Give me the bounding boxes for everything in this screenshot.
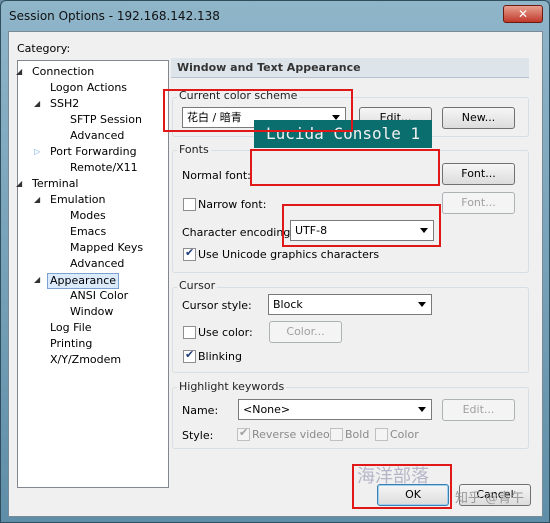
tree-expander-icon[interactable]: ◢ <box>16 179 22 188</box>
watermark-bottom: 知乎 @青午 <box>455 491 525 506</box>
normal-font-label: Normal font: <box>182 169 251 182</box>
highlight-box-encoding <box>282 204 441 247</box>
session-options-window: Session Options - 192.168.142.138 ✕ Cate… <box>0 0 550 523</box>
narrow-font-checkbox[interactable] <box>183 198 196 211</box>
highlight-name-value: <None> <box>243 403 291 416</box>
unicode-graphics-checkbox[interactable] <box>183 246 196 261</box>
tree-item[interactable]: Port Forwarding <box>50 145 137 159</box>
unicode-graphics-label: Use Unicode graphics characters <box>198 248 380 261</box>
highlight-group-title: Highlight keywords <box>177 380 287 393</box>
tree-expander-icon[interactable]: ▷ <box>34 147 40 156</box>
category-tree[interactable]: ◢ Connection Logon Actions ◢ SSH2 SFTP Sessio… <box>16 60 169 488</box>
encoding-label: Character encoding: <box>182 226 295 239</box>
panel-title: Window and Text Appearance <box>177 61 361 74</box>
blinking-label: Blinking <box>198 350 243 363</box>
tree-expander-icon[interactable]: ◢ <box>16 67 22 76</box>
bold-label: Bold <box>345 428 370 441</box>
tree-item[interactable]: Log File <box>50 321 92 335</box>
tree-item[interactable]: Emulation <box>50 193 106 207</box>
tree-item[interactable]: SSH2 <box>50 97 79 111</box>
highlight-box-ok <box>352 464 452 509</box>
reverse-video-checkbox[interactable] <box>237 426 250 441</box>
tree-expander-icon[interactable]: ◢ <box>34 195 40 204</box>
tree-item[interactable]: SFTP Session <box>70 113 142 127</box>
category-label: Category: <box>17 42 71 55</box>
title-bar[interactable]: Session Options - 192.168.142.138 ✕ <box>1 1 549 31</box>
cursor-style-label: Cursor style: <box>182 299 252 312</box>
tree-item[interactable]: X/Y/Zmodem <box>50 353 121 367</box>
tree-item[interactable]: Window <box>70 305 113 319</box>
tree-item[interactable]: Connection <box>32 65 94 79</box>
use-color-label: Use color: <box>198 326 253 339</box>
tree-expander-icon[interactable]: ◢ <box>34 275 40 284</box>
tree-item[interactable]: Advanced <box>70 129 124 143</box>
highlight-edit-button[interactable]: Edit... <box>442 399 515 421</box>
window-title: Session Options - 192.168.142.138 <box>9 9 220 23</box>
cursor-style-select[interactable]: Block <box>268 294 432 315</box>
bold-checkbox[interactable] <box>330 428 343 441</box>
highlight-name-select[interactable]: <None> <box>238 399 432 420</box>
color-checkbox[interactable] <box>375 428 388 441</box>
highlight-box-font <box>250 149 440 186</box>
tree-item[interactable]: Appearance <box>47 273 120 289</box>
tree-item[interactable]: Printing <box>50 337 92 351</box>
tree-item[interactable]: Remote/X11 <box>70 161 138 175</box>
reverse-video-label: Reverse video <box>252 428 330 441</box>
panel-header: Window and Text Appearance <box>171 58 529 78</box>
normal-font-button[interactable]: Font... <box>442 163 515 185</box>
tree-item[interactable]: Emacs <box>70 225 106 239</box>
fonts-group-title: Fonts <box>177 143 211 156</box>
cursor-group-title: Cursor <box>177 279 218 292</box>
close-button[interactable]: ✕ <box>503 5 543 23</box>
use-color-checkbox[interactable] <box>183 326 196 339</box>
highlight-name-label: Name: <box>182 404 219 417</box>
tree-item[interactable]: ANSI Color <box>70 289 128 303</box>
cursor-color-button[interactable]: Color... <box>269 321 342 343</box>
new-scheme-button[interactable]: New... <box>442 107 515 129</box>
chevron-down-icon <box>418 407 426 412</box>
tree-item[interactable]: Terminal <box>32 177 79 191</box>
tree-item[interactable]: Logon Actions <box>50 81 127 95</box>
blinking-checkbox[interactable] <box>183 348 196 363</box>
highlight-box-color-scheme <box>163 89 353 132</box>
narrow-font-button[interactable]: Font... <box>442 192 515 214</box>
cursor-style-value: Block <box>273 298 303 311</box>
close-icon: ✕ <box>517 7 529 21</box>
tree-item[interactable]: Advanced <box>70 257 124 271</box>
tree-expander-icon[interactable]: ◢ <box>34 99 40 108</box>
color-label: Color <box>390 428 419 441</box>
tree-item[interactable]: Modes <box>70 209 106 223</box>
chevron-down-icon <box>418 302 426 307</box>
tree-item[interactable]: Mapped Keys <box>70 241 143 255</box>
highlight-style-label: Style: <box>182 429 214 442</box>
narrow-font-label: Narrow font: <box>198 198 267 211</box>
